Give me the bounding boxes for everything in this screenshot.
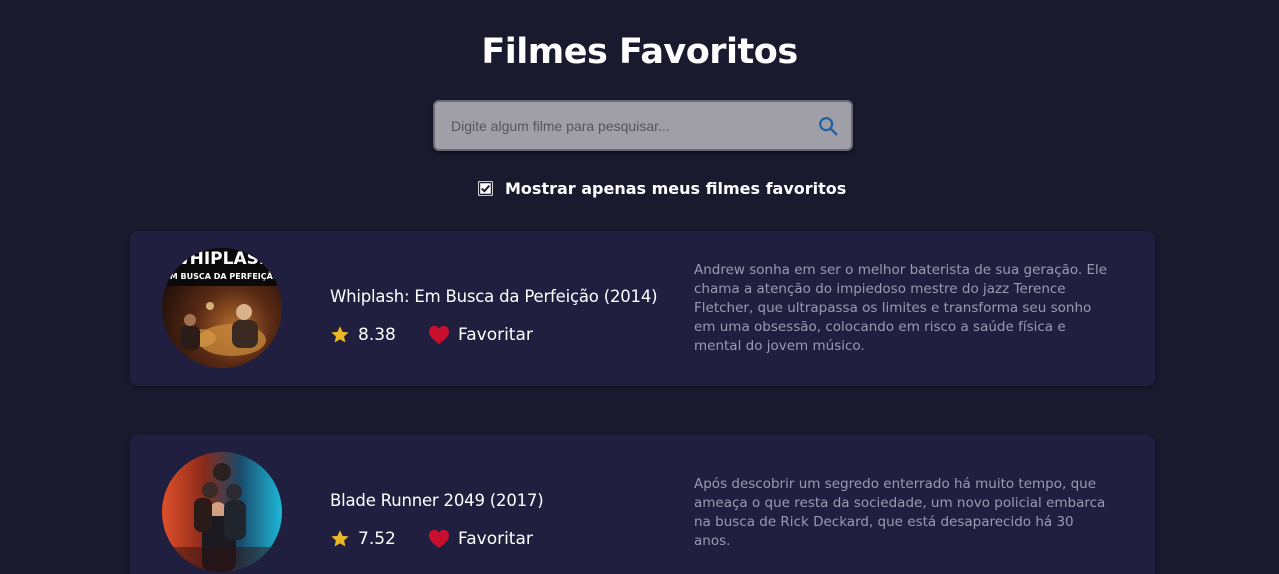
poster-subtitle-text: EM BUSCA DA PERFEIÇÃO: [164, 271, 279, 281]
poster-title-text: WHIPLASH: [171, 249, 273, 269]
star-icon: [331, 530, 349, 547]
movie-title: Blade Runner 2049 (2017): [330, 491, 544, 510]
movie-rating: 8.38: [358, 325, 396, 345]
favorites-filter: Mostrar apenas meus filmes favoritos: [478, 176, 846, 200]
movie-poster: [162, 452, 282, 572]
favorites-checkbox[interactable]: [478, 180, 493, 196]
star-icon: [331, 326, 349, 343]
checkbox-checked-icon: [478, 181, 493, 195]
page-title: Filmes Favoritos: [481, 32, 798, 72]
movie-overview: Andrew sonha em ser o melhor baterista d…: [694, 262, 1108, 354]
movie-title: Whiplash: Em Busca da Perfeição (2014): [330, 287, 658, 306]
movie-poster: WHIPLASH EM BUSCA DA PERFEIÇÃO: [162, 248, 282, 368]
favorite-label: Favoritar: [458, 325, 533, 345]
heart-icon: [429, 529, 449, 549]
movie-overview: Após descobrir um segredo enterrado há m…: [694, 476, 1106, 549]
search-icon[interactable]: [817, 115, 839, 137]
movie-card: WHIPLASH EM BUSCA DA PERFEIÇÃO Whiplash:…: [130, 231, 1155, 386]
favorite-label: Favoritar: [458, 529, 533, 549]
movie-rating: 7.52: [358, 529, 396, 549]
search-input[interactable]: [451, 114, 801, 138]
search-bar: [433, 100, 853, 151]
favorites-filter-label: Mostrar apenas meus filmes favoritos: [505, 178, 847, 198]
favorite-button[interactable]: Favoritar: [428, 529, 533, 549]
movie-card: Blade Runner 2049 (2017) 7.52 Favoritar …: [130, 435, 1155, 574]
movie-meta: 8.38 Favoritar: [330, 323, 533, 347]
movie-meta: 7.52 Favoritar: [330, 527, 533, 551]
favorite-button[interactable]: Favoritar: [428, 325, 533, 345]
heart-icon: [429, 325, 449, 345]
page: Filmes Favoritos Mostrar apenas meus fil…: [0, 0, 1279, 574]
